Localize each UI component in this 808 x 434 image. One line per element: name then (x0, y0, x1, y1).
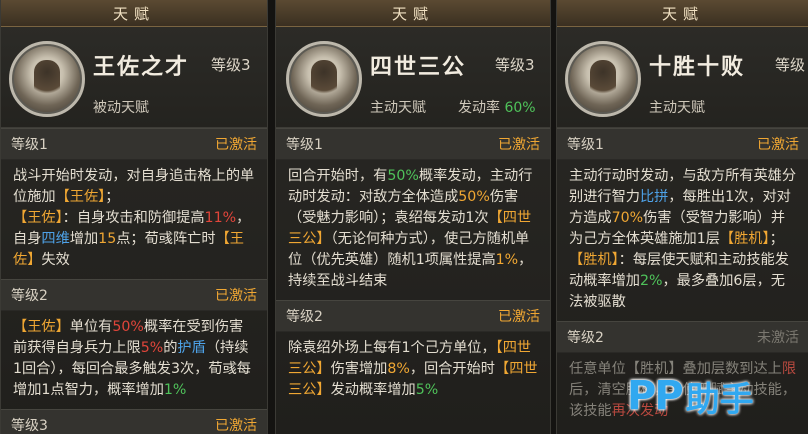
panel-title: 天赋 (557, 0, 808, 27)
talent-panel-sishisangong: 天赋 四世三公 等级3 主动天赋 发动率 60% 等级1 已激活 回合开始时，有… (275, 0, 551, 434)
hero-portrait-icon (311, 60, 337, 100)
level-status: 已激活 (215, 137, 257, 153)
level-section-header[interactable]: 等级2 未激活 (557, 321, 808, 353)
trigger-rate-value: 60% (504, 100, 536, 116)
level-section-header[interactable]: 等级3 已激活 (1, 409, 267, 434)
talent-type: 主动天赋 (370, 100, 426, 116)
level-label: 等级1 (286, 137, 323, 153)
level-status: 未激活 (757, 330, 799, 346)
level-description: 除袁绍外场上每有1个己方单位，【四世三公】伤害增加8%，回合开始时【四世三公】发… (288, 340, 538, 398)
level-status: 已激活 (215, 288, 257, 304)
level-label: 等级2 (11, 288, 48, 304)
panel-title: 天赋 (1, 0, 267, 27)
level-section-header[interactable]: 等级1 已激活 (276, 128, 550, 160)
level-label: 等级2 (567, 330, 604, 346)
level-description: 战斗开始时发动，对自身追击格上的单位施加【王佐】； 【王佐】：自身攻击和防御提高1… (13, 168, 255, 268)
watermark-logo: PP 助手 (627, 373, 754, 420)
level-label: 等级2 (286, 309, 323, 325)
level-label: 等级1 (567, 137, 604, 153)
hero-portrait-icon (590, 60, 616, 100)
talent-icon[interactable] (9, 41, 85, 117)
level-section-header[interactable]: 等级1 已激活 (1, 128, 267, 160)
talent-level: 等级3 (495, 56, 535, 74)
panel-title: 天赋 (276, 0, 550, 27)
level-status: 已激活 (498, 309, 540, 325)
talent-header: 十胜十败 等级 主动天赋 (557, 27, 808, 128)
talent-name: 四世三公 (370, 54, 467, 80)
level-label: 等级3 (11, 418, 48, 434)
level-status: 已激活 (757, 137, 799, 153)
level-description: 回合开始时，有50%概率发动，主动行动时发动：对敌方全体造成50%伤害（受魅力影… (288, 168, 533, 289)
level-description: 【王佐】单位有50%概率在受到伤害前获得自身兵力上限5%的护盾（持续1回合），每… (13, 319, 251, 398)
level-description: 主动行动时发动，与敌方所有英雄分别进行智力比拼，每胜出1次，对对方造成70%伤害… (569, 168, 797, 310)
level-section-header[interactable]: 等级2 已激活 (276, 300, 550, 332)
talent-level: 等级 (775, 56, 806, 74)
talent-name: 王佐之才 (93, 54, 190, 80)
talent-type: 被动天赋 (93, 100, 149, 116)
level-label: 等级1 (11, 137, 48, 153)
talent-header: 王佐之才 等级3 被动天赋 (1, 27, 267, 128)
talent-header: 四世三公 等级3 主动天赋 发动率 60% (276, 27, 550, 128)
talent-icon[interactable] (565, 41, 641, 117)
level-status: 已激活 (215, 418, 257, 434)
talent-type: 主动天赋 (649, 100, 705, 116)
talent-screen: 天赋 王佐之才 等级3 被动天赋 等级1 已激活 战斗开始时发动，对自身追击格上… (0, 0, 808, 434)
talent-name: 十胜十败 (649, 54, 746, 80)
talent-level: 等级3 (211, 56, 251, 74)
talent-icon[interactable] (286, 41, 362, 117)
trigger-rate: 发动率 60% (458, 100, 536, 116)
hero-portrait-icon (34, 60, 60, 100)
talent-panel-wangzuo: 天赋 王佐之才 等级3 被动天赋 等级1 已激活 战斗开始时发动，对自身追击格上… (0, 0, 268, 434)
level-section-header[interactable]: 等级2 已激活 (1, 279, 267, 311)
level-section-header[interactable]: 等级1 已激活 (557, 128, 808, 160)
level-status: 已激活 (498, 137, 540, 153)
